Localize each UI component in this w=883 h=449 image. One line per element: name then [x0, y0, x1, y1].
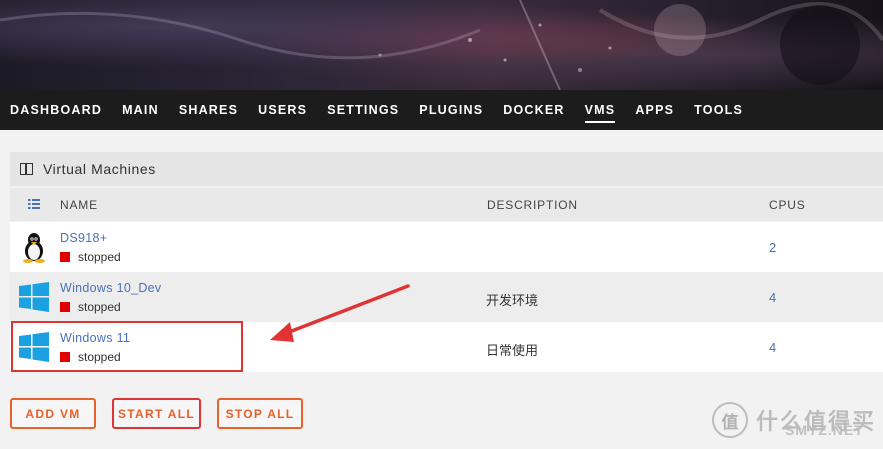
- nav-shares[interactable]: SHARES: [179, 103, 238, 117]
- vm-cpus[interactable]: 4: [769, 340, 776, 355]
- vm-status-text: stopped: [78, 300, 121, 314]
- nav-settings[interactable]: SETTINGS: [327, 103, 399, 117]
- panel-columns-icon: [20, 163, 33, 175]
- nav-dashboard[interactable]: DASHBOARD: [10, 103, 102, 117]
- vm-status: stopped: [60, 300, 121, 314]
- stopped-status-icon: [60, 302, 70, 312]
- vm-panel-header: Virtual Machines: [10, 152, 883, 186]
- vm-description: 开发环境: [486, 293, 539, 308]
- list-view-icon[interactable]: [28, 199, 40, 209]
- vm-name-link[interactable]: Windows 10_Dev: [60, 281, 161, 295]
- col-cpus[interactable]: CPUS: [769, 198, 806, 212]
- nav-main[interactable]: MAIN: [122, 103, 159, 117]
- nav-apps[interactable]: APPS: [635, 103, 674, 117]
- table-header: NAME DESCRIPTION CPUS: [10, 188, 883, 221]
- nav-vms[interactable]: VMS: [584, 103, 616, 123]
- nav-plugins[interactable]: PLUGINS: [419, 103, 483, 117]
- panel-title: Virtual Machines: [43, 161, 156, 177]
- vm-cpus[interactable]: 4: [769, 290, 776, 305]
- watermark-subtext: SMYZ.NET: [785, 422, 864, 438]
- header-banner: [0, 0, 883, 90]
- start-all-button[interactable]: START ALL: [112, 398, 201, 429]
- vm-cpus[interactable]: 2: [769, 240, 776, 255]
- main-nav: DASHBOARD MAIN SHARES USERS SETTINGS PLU…: [0, 90, 883, 130]
- table-row[interactable]: DS918+ stopped 2: [10, 222, 883, 272]
- col-name[interactable]: NAME: [60, 198, 98, 212]
- table-row[interactable]: Windows 10_Dev stopped 开发环境 4: [10, 272, 883, 322]
- banner-artwork: [0, 0, 883, 90]
- stopped-status-icon: [60, 252, 70, 262]
- stop-all-button[interactable]: STOP ALL: [217, 398, 303, 429]
- nav-tools[interactable]: TOOLS: [694, 103, 743, 117]
- vm-name-link[interactable]: DS918+: [60, 231, 107, 245]
- vm-status-text: stopped: [78, 250, 121, 264]
- col-description[interactable]: DESCRIPTION: [487, 198, 578, 212]
- windows-icon: [19, 282, 49, 312]
- add-vm-button[interactable]: ADD VM: [10, 398, 96, 429]
- vm-description: 日常使用: [486, 343, 539, 358]
- highlight-box: [11, 321, 243, 372]
- watermark-logo-icon: 值: [712, 402, 748, 438]
- nav-users[interactable]: USERS: [258, 103, 307, 117]
- nav-docker[interactable]: DOCKER: [503, 103, 564, 117]
- linux-penguin-icon: [23, 233, 45, 263]
- vm-status: stopped: [60, 250, 121, 264]
